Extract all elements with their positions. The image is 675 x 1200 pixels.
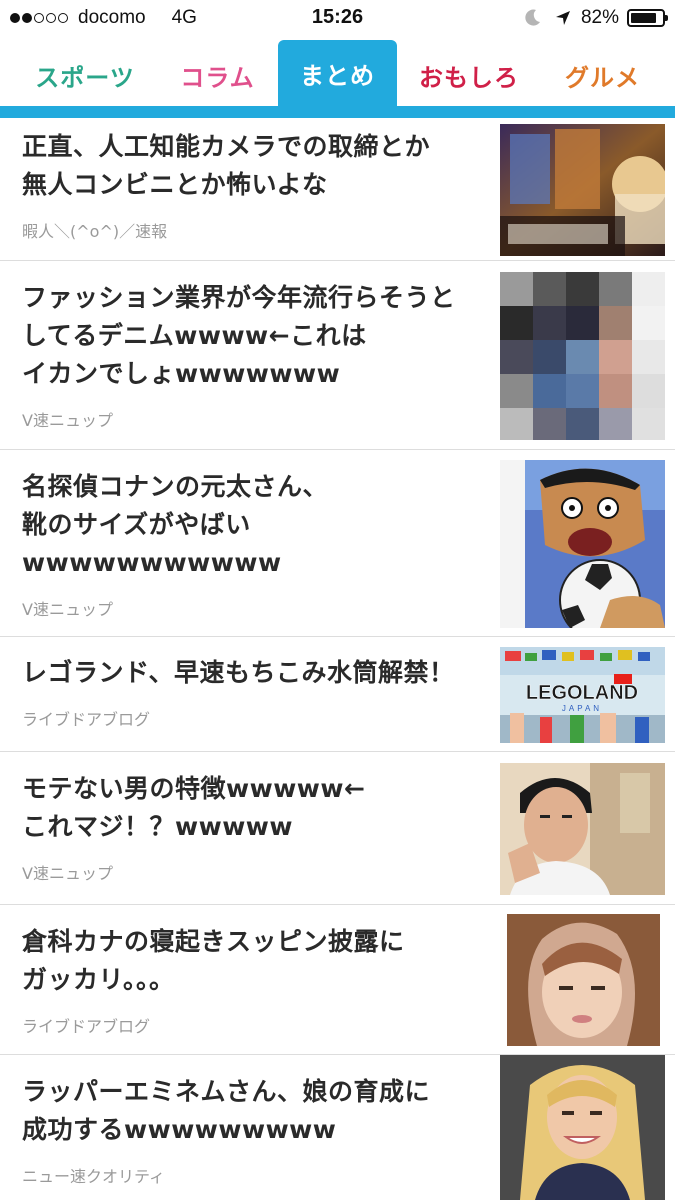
pixelated-person-thumbnail [500, 272, 665, 440]
title-line: 名探偵コナンの元太さん、 [22, 472, 329, 501]
title-line: 靴のサイズがやばい [22, 510, 251, 539]
battery-level [631, 13, 656, 23]
article-source: 暇人＼(^o^)／速報 [22, 222, 168, 241]
article-title: レゴランド、早速もちこみ水筒解禁！ [22, 654, 492, 692]
article-source: V速ニュップ [22, 411, 113, 430]
tab-omoshiro[interactable]: おもしろ [400, 44, 538, 106]
article-item[interactable]: 倉科カナの寝起きスッピン披露に ガッカリ。。。 ライブドアブログ [0, 905, 675, 1055]
article-title: 正直、人工知能カメラでの取締とか 無人コンビニとか怖いよな [22, 128, 482, 204]
title-line: 倉科カナの寝起きスッピン披露に [22, 927, 405, 956]
legoland-thumbnail: LEGOLAND JAPAN [500, 647, 665, 743]
legoland-logo-text: LEGOLAND [526, 682, 638, 704]
article-source: ライブドアブログ [22, 1017, 151, 1036]
battery-percent: 82% [580, 7, 619, 28]
title-line: wwwwwwwwwww [22, 548, 282, 577]
title-line: 無人コンビニとか怖いよな [22, 170, 328, 199]
title-line: 成功するwwwwwwwww [22, 1115, 337, 1144]
man-photo-thumbnail [500, 763, 665, 895]
article-title: ラッパーエミネムさん、娘の育成に 成功するwwwwwwwww [22, 1073, 482, 1149]
status-right: 82% [525, 7, 668, 29]
article-item[interactable]: 正直、人工知能カメラでの取締とか 無人コンビニとか怖いよな 暇人＼(^o^)／速… [0, 118, 675, 261]
tab-gourmet[interactable]: グルメ [540, 44, 665, 106]
legoland-subtext: JAPAN [562, 704, 602, 713]
tab-sports[interactable]: スポーツ [0, 44, 170, 106]
article-item[interactable]: モテない男の特徴wwwww← これマジ！？wwwww V速ニュップ [0, 752, 675, 905]
location-arrow-icon [555, 10, 571, 26]
article-item[interactable]: ラッパーエミネムさん、娘の育成に 成功するwwwwwwwww ニュー速クオリティ [0, 1055, 675, 1200]
title-line: ラッパーエミネムさん、娘の育成に [22, 1077, 431, 1106]
article-item[interactable]: レゴランド、早速もちこみ水筒解禁！ ライブドアブログ LEGOLAND JAPA… [0, 637, 675, 752]
title-line: してるデニムwwww←これは [22, 321, 367, 350]
article-source: ライブドアブログ [22, 710, 151, 729]
article-item[interactable]: 名探偵コナンの元太さん、 靴のサイズがやばい wwwwwwwwwww V速ニュッ… [0, 450, 675, 637]
title-line: ファッション業界が今年流行らそうと [22, 283, 456, 312]
article-title: ファッション業界が今年流行らそうと してるデニムwwww←これは イカンでしょw… [22, 279, 482, 393]
title-line: イカンでしょwwwwwww [22, 359, 341, 388]
battery-icon [627, 9, 668, 27]
article-source: V速ニュップ [22, 864, 113, 883]
article-title: 倉科カナの寝起きスッピン披露に ガッカリ。。。 [22, 923, 482, 999]
article-title: 名探偵コナンの元太さん、 靴のサイズがやばい wwwwwwwwwww [22, 468, 482, 582]
article-source: ニュー速クオリティ [22, 1167, 166, 1186]
title-line: 正直、人工知能カメラでの取締とか [22, 132, 431, 161]
title-line: レゴランド、早速もちこみ水筒解禁！ [22, 658, 455, 687]
article-title: モテない男の特徴wwwww← これマジ！？wwwww [22, 770, 482, 846]
do-not-disturb-moon-icon [525, 9, 541, 27]
category-tab-bar: スポーツ コラム まとめ おもしろ グルメ [0, 38, 675, 118]
article-source: V速ニュップ [22, 600, 113, 619]
tab-matome[interactable]: まとめ [278, 40, 397, 106]
woman-photo-thumbnail [507, 914, 660, 1046]
title-line: モテない男の特徴wwwww← [22, 774, 366, 803]
title-line: ガッカリ。。。 [22, 965, 175, 994]
girl-photo-thumbnail [500, 1055, 665, 1200]
tab-underline [0, 106, 675, 118]
title-line: これマジ！？wwwww [22, 812, 293, 841]
status-bar: docomo 4G 15:26 82% [0, 0, 675, 38]
tab-column[interactable]: コラム [150, 44, 285, 106]
anime-character-thumbnail [500, 460, 665, 628]
game-art-thumbnail [500, 124, 665, 256]
article-item[interactable]: ファッション業界が今年流行らそうと してるデニムwwww←これは イカンでしょw… [0, 261, 675, 450]
